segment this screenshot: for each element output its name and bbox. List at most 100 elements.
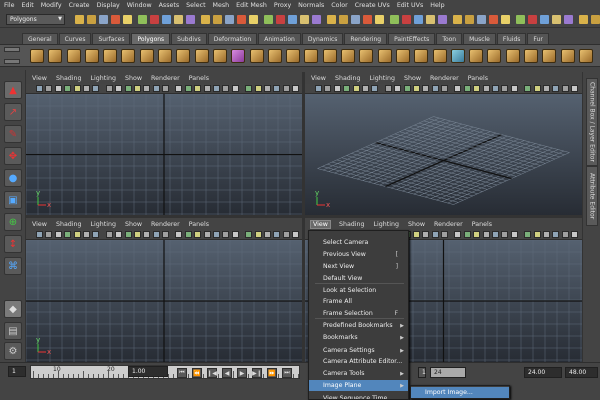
polygon-shelf-icon[interactable]	[395, 48, 410, 63]
paint-select-tool-icon[interactable]: ✎	[4, 125, 22, 143]
show-manipulator-icon[interactable]: ⌘	[4, 257, 22, 275]
panel-tool-icon[interactable]	[105, 85, 113, 92]
polygon-shelf-icon[interactable]	[158, 48, 173, 63]
status-tool-icon[interactable]	[99, 14, 108, 24]
status-tool-icon[interactable]	[501, 14, 510, 24]
panel-tool-icon[interactable]	[263, 231, 271, 238]
menu-edit[interactable]: Edit	[22, 2, 34, 9]
panel-tool-icon[interactable]	[441, 231, 449, 238]
tab-deformation[interactable]: Deformation	[207, 33, 258, 44]
status-tool-icon[interactable]	[414, 14, 423, 24]
panel-tool-icon[interactable]	[115, 85, 123, 92]
menu-item-frame-all[interactable]: Frame All	[309, 296, 408, 307]
status-tool-icon[interactable]	[249, 14, 258, 24]
time-slider-start-field[interactable]: 1	[8, 366, 26, 377]
polygon-shelf-icon[interactable]	[469, 48, 484, 63]
panel-tool-icon[interactable]	[501, 231, 509, 238]
menu-assets[interactable]: Assets	[159, 2, 180, 9]
attribute-editor-tab[interactable]: Attribute Editor	[586, 166, 598, 226]
status-tool-icon[interactable]	[327, 14, 336, 24]
menu-item-select-camera[interactable]: Select Camera	[309, 237, 408, 248]
menu-create-uvs[interactable]: Create UVs	[355, 2, 390, 9]
panel-tool-icon[interactable]	[552, 231, 560, 238]
panel-tool-icon[interactable]	[292, 85, 300, 92]
tab-curves[interactable]: Curves	[58, 33, 92, 44]
panel-menu-shading[interactable]: Shading	[56, 75, 82, 82]
status-tool-icon[interactable]	[390, 14, 399, 24]
panel-menu-lighting[interactable]: Lighting	[91, 221, 116, 228]
status-tool-icon[interactable]	[591, 14, 600, 24]
polygon-shelf-icon[interactable]	[542, 48, 557, 63]
panel-tool-icon[interactable]	[403, 85, 411, 92]
status-tool-icon[interactable]	[312, 14, 321, 24]
menu-display[interactable]: Display	[97, 2, 120, 9]
panel-menu-panels[interactable]: Panels	[472, 221, 492, 228]
menu-edit-mesh[interactable]: Edit Mesh	[236, 2, 267, 9]
panel-menu-show[interactable]: Show	[125, 75, 142, 82]
status-tool-icon[interactable]	[138, 14, 147, 24]
panel-tool-icon[interactable]	[73, 85, 81, 92]
status-tool-icon[interactable]	[339, 14, 348, 24]
panel-tool-icon[interactable]	[162, 85, 170, 92]
panel-tool-icon[interactable]	[441, 85, 449, 92]
panel-tool-icon[interactable]	[175, 85, 183, 92]
panel-tool-icon[interactable]	[482, 231, 490, 238]
tab-fluids[interactable]: Fluids	[496, 33, 527, 44]
menu-color[interactable]: Color	[331, 2, 347, 9]
panel-tool-icon[interactable]	[473, 85, 481, 92]
panel-tool-icon[interactable]	[454, 85, 462, 92]
panel-tool-icon[interactable]	[524, 231, 532, 238]
move-tool-icon[interactable]: ✥	[4, 147, 22, 165]
polygon-shelf-icon[interactable]	[103, 48, 118, 63]
playback-button-icon[interactable]: ◀	[222, 368, 232, 378]
polygon-shelf-icon[interactable]	[286, 48, 301, 63]
panel-tool-icon[interactable]	[361, 85, 369, 92]
panel-menu-panels[interactable]: Panels	[189, 221, 209, 228]
panel-tool-icon[interactable]	[510, 231, 518, 238]
panel-tool-icon[interactable]	[463, 231, 471, 238]
polygon-shelf-icon[interactable]	[66, 48, 81, 63]
panel-tool-icon[interactable]	[194, 231, 202, 238]
panel-tool-icon[interactable]	[194, 85, 202, 92]
panel-tool-icon[interactable]	[143, 231, 151, 238]
polygon-shelf-icon[interactable]	[84, 48, 99, 63]
single-view-layout-icon[interactable]: ◆	[4, 300, 22, 318]
menu-window[interactable]: Window	[127, 2, 152, 9]
panel-menu-renderer[interactable]: Renderer	[434, 221, 463, 228]
panel-tool-icon[interactable]	[231, 85, 239, 92]
status-tool-icon[interactable]	[288, 14, 297, 24]
panel-menu-lighting[interactable]: Lighting	[91, 75, 116, 82]
panel-tool-icon[interactable]	[510, 85, 518, 92]
status-tool-icon[interactable]	[438, 14, 447, 24]
panel-menu-show[interactable]: Show	[408, 221, 425, 228]
panel-menu-renderer[interactable]: Renderer	[430, 75, 459, 82]
panel-menu-shading[interactable]: Shading	[56, 221, 82, 228]
status-tool-icon[interactable]	[123, 14, 132, 24]
panel-tool-icon[interactable]	[54, 85, 62, 92]
status-tool-icon[interactable]	[516, 14, 525, 24]
panel-tool-icon[interactable]	[124, 85, 132, 92]
playback-button-icon[interactable]: ▶	[237, 368, 247, 378]
panel-tool-icon[interactable]	[422, 231, 430, 238]
status-tool-icon[interactable]	[111, 14, 120, 24]
panel-tool-icon[interactable]	[245, 85, 253, 92]
menu-item-predefined-bookmarks[interactable]: Predefined Bookmarks ▶	[309, 320, 408, 331]
panel-tool-icon[interactable]	[254, 231, 262, 238]
status-tool-icon[interactable]	[564, 14, 573, 24]
panel-tool-icon[interactable]	[282, 231, 290, 238]
panel-menu-renderer[interactable]: Renderer	[151, 75, 180, 82]
polygon-shelf-icon[interactable]	[505, 48, 520, 63]
panel-tool-icon[interactable]	[571, 231, 579, 238]
tab-dynamics[interactable]: Dynamics	[301, 33, 344, 44]
polygon-shelf-icon[interactable]	[121, 48, 136, 63]
tab-painteffects[interactable]: PaintEffects	[388, 33, 436, 44]
panel-tool-icon[interactable]	[133, 85, 141, 92]
panel-tool-icon[interactable]	[231, 231, 239, 238]
tab-subdivs[interactable]: Subdivs	[171, 33, 207, 44]
menu-mesh[interactable]: Mesh	[213, 2, 230, 9]
panel-menu-lighting[interactable]: Lighting	[370, 75, 395, 82]
panel-tool-icon[interactable]	[245, 231, 253, 238]
panel-menu-renderer[interactable]: Renderer	[151, 221, 180, 228]
panel-tool-icon[interactable]	[184, 231, 192, 238]
panel-tool-icon[interactable]	[82, 231, 90, 238]
